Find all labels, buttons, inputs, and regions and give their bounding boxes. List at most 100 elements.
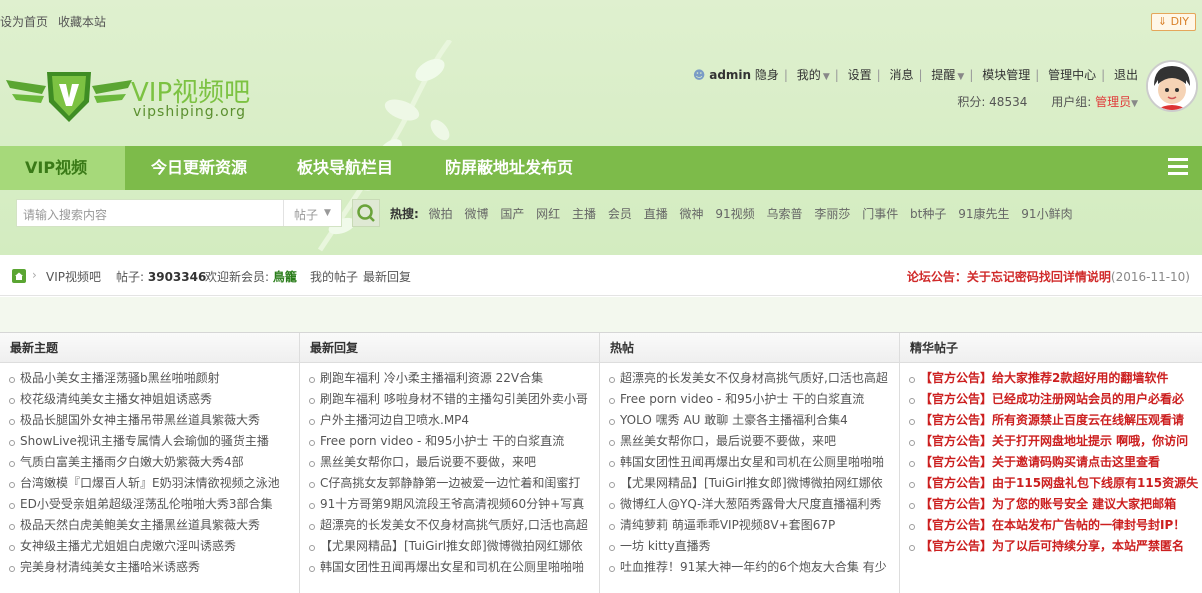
- admin-center-link[interactable]: 管理中心: [1048, 68, 1096, 82]
- thread-link[interactable]: 【官方公告】关于打开网盘地址提示 啊哦，你访问: [906, 431, 1202, 452]
- main-nav: VIP视频吧 今日更新资源 板块导航栏目 防屏蔽地址发布页: [0, 146, 1202, 221]
- avatar[interactable]: [1146, 60, 1198, 112]
- hot-word[interactable]: 微博: [464, 207, 488, 221]
- thread-link[interactable]: 刷跑车福利 哆啦身材不错的主播勾引美团外卖小哥: [306, 389, 599, 410]
- thread-link[interactable]: 刷跑车福利 冷小柔主播福利资源 22V合集: [306, 368, 599, 389]
- welcome-label: 欢迎新会员:: [205, 270, 270, 284]
- thread-link[interactable]: 【官方公告】由于115网盘礼包下线原有115资源失: [906, 473, 1202, 494]
- hot-word[interactable]: 会员: [608, 207, 632, 221]
- thread-link[interactable]: 极品天然白虎美鲍美女主播黑丝道具紫薇大秀: [6, 515, 299, 536]
- hot-word[interactable]: 李丽莎: [814, 207, 850, 221]
- thread-link[interactable]: 气质白富美主播雨夕白嫩大奶紫薇大秀4部: [6, 452, 299, 473]
- site-logo[interactable]: VIP视频吧 vipshiping.org: [6, 66, 276, 126]
- thread-link[interactable]: 【官方公告】关于邀请码购买请点击这里查看: [906, 452, 1202, 473]
- new-member-link[interactable]: 鳥籠: [273, 270, 297, 284]
- hot-word[interactable]: bt种子: [910, 207, 946, 221]
- thread-link[interactable]: 一坊 kitty直播秀: [606, 536, 899, 557]
- thread-list: 刷跑车福利 冷小柔主播福利资源 22V合集 刷跑车福利 哆啦身材不错的主播勾引美团…: [300, 363, 599, 578]
- thread-link[interactable]: 完美身材清纯美女主播哈米诱惑秀: [6, 557, 299, 578]
- thread-link[interactable]: 【官方公告】已经成功注册网站会员的用户必看必: [906, 389, 1202, 410]
- thread-link[interactable]: C仔高挑女友郭静静第一边被爱一边忙着和闺蜜打: [306, 473, 599, 494]
- hot-search-bar: 热搜: 微拍 微博 国产 网红 主播 会员 直播 微神 91视频 乌索普 李丽莎…: [390, 205, 1081, 222]
- reminders-menu[interactable]: 提醒: [931, 68, 955, 82]
- thread-link[interactable]: 黑丝美女帮你口，最后说要不要做，来吧: [306, 452, 599, 473]
- hot-word[interactable]: 乌索普: [767, 207, 803, 221]
- thread-link[interactable]: 女神级主播尤尤姐姐白虎嫩穴淫叫诱惑秀: [6, 536, 299, 557]
- new-member-info: 欢迎新会员: 鳥籠: [205, 268, 297, 285]
- hot-word[interactable]: 直播: [644, 207, 668, 221]
- thread-link[interactable]: 极品小美女主播淫荡骚b黑丝啪啪颜射: [6, 368, 299, 389]
- username-link[interactable]: admin: [709, 68, 751, 82]
- thread-link[interactable]: 韩国女团性丑闻再爆出女星和司机在公厕里啪啪啪: [306, 557, 599, 578]
- user-group-link[interactable]: 管理员: [1095, 95, 1131, 109]
- hot-word[interactable]: 91视频: [715, 207, 754, 221]
- avatar-face-icon: [1148, 62, 1196, 110]
- messages-link[interactable]: 消息: [890, 68, 914, 82]
- thread-link[interactable]: ShowLive视讯主播专属情人会瑜伽的骚货主播: [6, 431, 299, 452]
- thread-link[interactable]: 【官方公告】在本站发布广告帖的一律封号封IP！: [906, 515, 1202, 536]
- hamburger-menu-icon[interactable]: [1168, 158, 1188, 178]
- my-posts-link[interactable]: 我的帖子: [310, 268, 358, 285]
- user-toolbar: ☻ admin 隐身 | 我的 ▼ | 设置 | 消息 | 提醒 ▼ | 模块管理 | 管理中心…: [692, 68, 1138, 82]
- notice-title: 论坛公告：关于忘记密码找回详情说明: [906, 270, 1111, 284]
- thread-link[interactable]: 超漂亮的长发美女不仅身材高挑气质好,口活也高超: [306, 515, 599, 536]
- thread-link[interactable]: Free porn video - 和95小护士 干的白浆直流: [606, 389, 899, 410]
- hot-word[interactable]: 微拍: [429, 207, 453, 221]
- thread-list: 超漂亮的长发美女不仅身材高挑气质好,口活也高超 Free porn video -…: [600, 363, 899, 578]
- thread-link[interactable]: 【官方公告】为了以后可持续分享，本站严禁匿名: [906, 536, 1202, 557]
- module-admin-link[interactable]: 模块管理: [982, 68, 1030, 82]
- hot-word[interactable]: 主播: [572, 207, 596, 221]
- thread-link[interactable]: 户外主播河边自卫喷水.MP4: [306, 410, 599, 431]
- thread-link[interactable]: 极品长腿国外女神主播吊带黑丝道具紫薇大秀: [6, 410, 299, 431]
- hot-word[interactable]: 国产: [500, 207, 524, 221]
- hot-word[interactable]: 门事件: [862, 207, 898, 221]
- my-menu[interactable]: 我的: [797, 68, 821, 82]
- column-title: 最新主题: [0, 333, 299, 363]
- thread-link[interactable]: 黑丝美女帮你口，最后说要不要做，来吧: [606, 431, 899, 452]
- thread-link[interactable]: Free porn video - 和95小护士 干的白浆直流: [306, 431, 599, 452]
- chevron-right-icon: ›: [32, 268, 37, 282]
- settings-link[interactable]: 设置: [848, 68, 872, 82]
- thread-link[interactable]: 台湾嫩模『口爆百人斩』E奶羽沫情欲视频之泳池: [6, 473, 299, 494]
- hot-word[interactable]: 网红: [536, 207, 560, 221]
- hot-word[interactable]: 微神: [680, 207, 704, 221]
- thread-link[interactable]: 韩国女团性丑闻再爆出女星和司机在公厕里啪啪啪: [606, 452, 899, 473]
- search-scope-select[interactable]: 帖子 ▼: [283, 200, 343, 226]
- thread-link[interactable]: 【尤果网精品】[TuiGirl推女郎]微博微拍网红娜依: [306, 536, 599, 557]
- post-count-label: 帖子:: [116, 270, 145, 284]
- nav-item-home[interactable]: VIP视频吧: [0, 146, 125, 221]
- bookmark-link[interactable]: 收藏本站: [58, 13, 106, 30]
- breadcrumb-forum-link[interactable]: VIP视频吧: [46, 268, 101, 285]
- logout-link[interactable]: 退出: [1114, 68, 1138, 82]
- forum-notice[interactable]: 论坛公告：关于忘记密码找回详情说明(2016-11-10): [907, 268, 1190, 285]
- nav-item-today-updates[interactable]: 今日更新资源: [151, 146, 247, 190]
- search-input[interactable]: 请输入搜索内容: [23, 206, 107, 223]
- hot-word[interactable]: 91小鲜肉: [1021, 207, 1072, 221]
- hot-word[interactable]: 91康先生: [958, 207, 1009, 221]
- latest-replies-link[interactable]: 最新回复: [363, 268, 411, 285]
- caret-down-icon: ▼: [957, 72, 965, 82]
- search-button[interactable]: [352, 199, 380, 227]
- thread-link[interactable]: 吐血推荐！91某大神一年约的6个炮友大合集 有少: [606, 557, 899, 578]
- nav-item-anti-block[interactable]: 防屏蔽地址发布页: [445, 146, 573, 190]
- logo-subtitle: vipshiping.org: [133, 104, 247, 120]
- thread-link[interactable]: YOLO 嘿秀 AU 敢聊 土豪各主播福利合集4: [606, 410, 899, 431]
- home-icon[interactable]: [12, 269, 26, 283]
- thread-link[interactable]: 【尤果网精品】[TuiGirl推女郎]微博微拍网红娜依: [606, 473, 899, 494]
- thread-link[interactable]: 清纯萝莉 萌逼乖乖VIP视频8V+套图67P: [606, 515, 899, 536]
- thread-link[interactable]: ED小受受亲姐弟超级淫荡乱伦啪啪大秀3部合集: [6, 494, 299, 515]
- thread-link[interactable]: 校花级清纯美女主播女神姐姐诱惑秀: [6, 389, 299, 410]
- set-home-link[interactable]: 设为首页: [0, 13, 48, 30]
- search-icon: [357, 204, 375, 222]
- thread-link[interactable]: 91十方哥第9期风流段王爷高清视频60分钟+写真: [306, 494, 599, 515]
- diy-button[interactable]: ⇓ DIY: [1150, 13, 1196, 31]
- user-icon: ☻: [692, 68, 706, 82]
- thread-link[interactable]: 【官方公告】为了您的账号安全 建议大家把邮箱: [906, 494, 1202, 515]
- thread-link[interactable]: 【官方公告】给大家推荐2款超好用的翻墙软件: [906, 368, 1202, 389]
- thread-link[interactable]: 微博红人@YQ-洋大葱陌秀露骨大尺度直播福利秀: [606, 494, 899, 515]
- nav-item-board-nav[interactable]: 板块导航栏目: [297, 146, 393, 190]
- invisible-toggle[interactable]: 隐身: [755, 68, 779, 82]
- thread-link[interactable]: 超漂亮的长发美女不仅身材高挑气质好,口活也高超: [606, 368, 899, 389]
- thread-link[interactable]: 【官方公告】所有资源禁止百度云在线解压观看请: [906, 410, 1202, 431]
- points-link[interactable]: 积分: 48534: [957, 95, 1027, 109]
